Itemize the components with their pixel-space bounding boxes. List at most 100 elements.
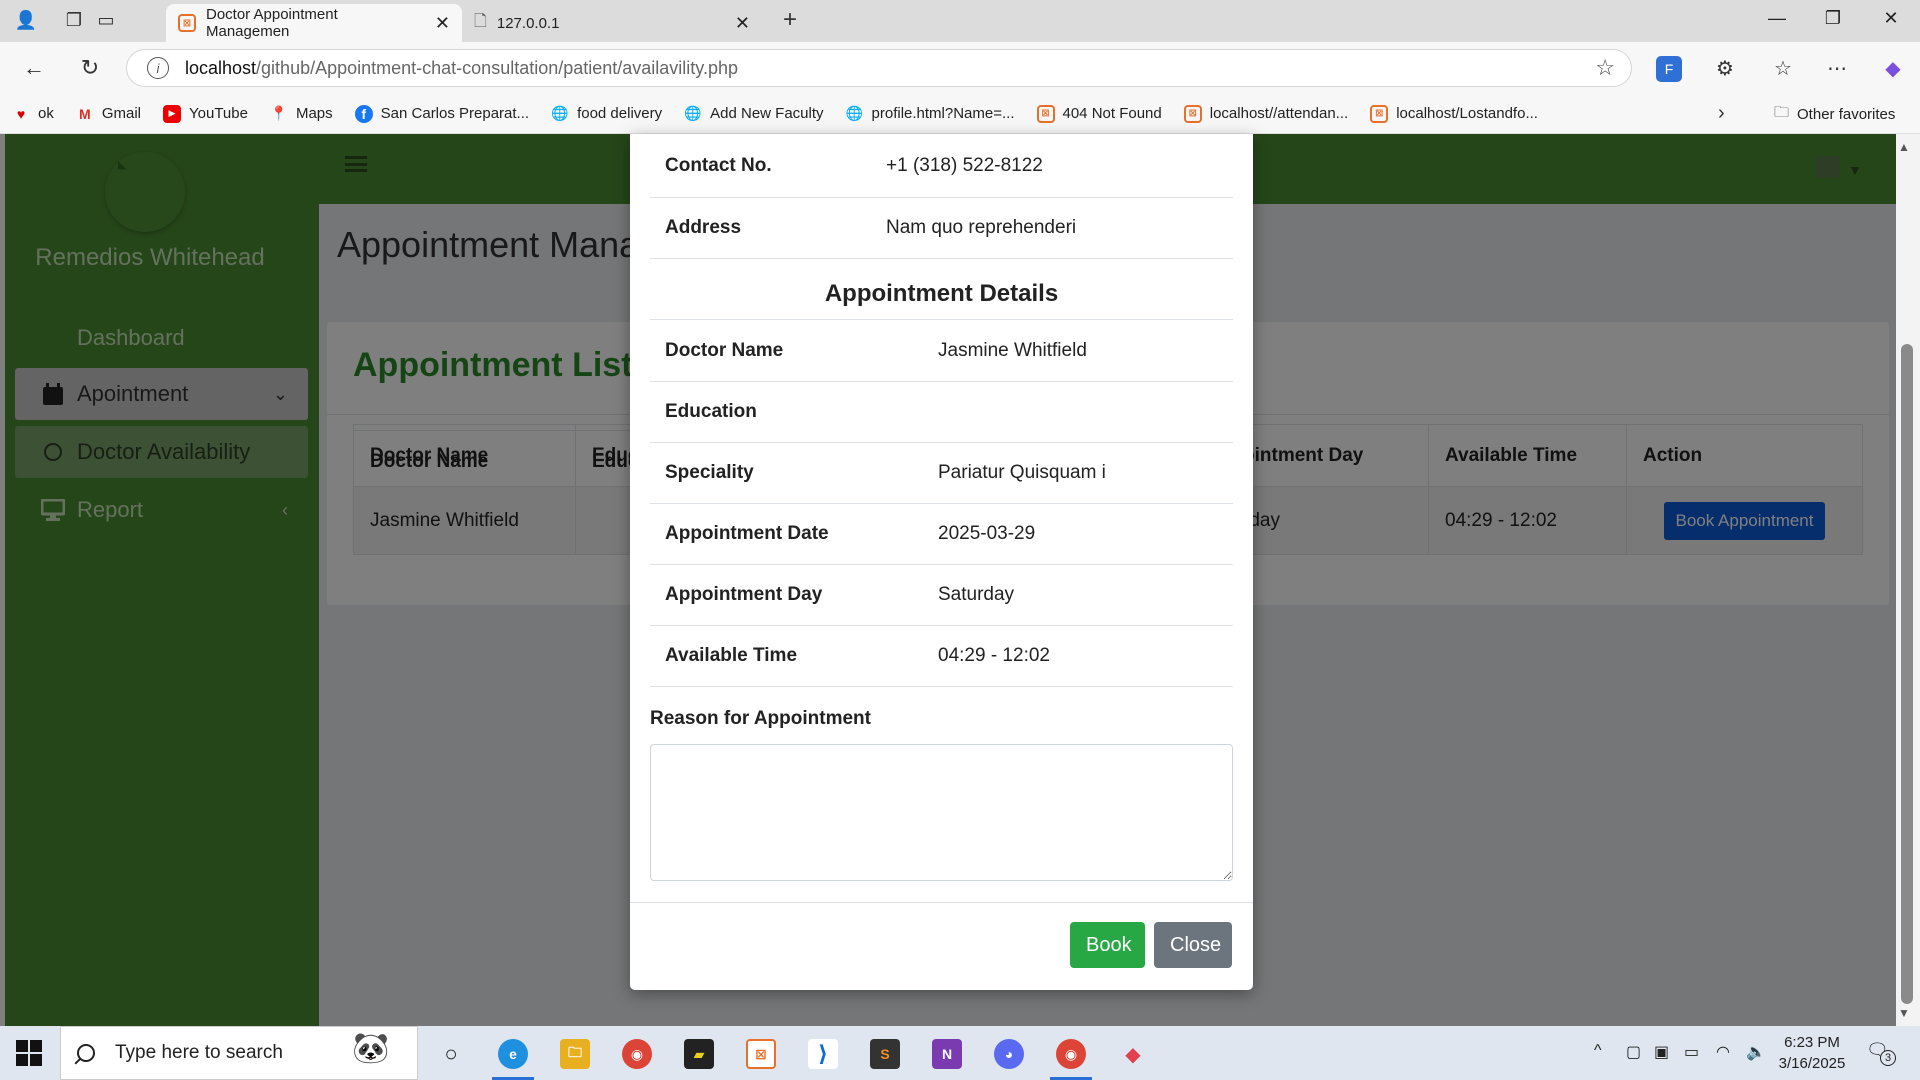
xampp-icon: ⊠ (1036, 104, 1055, 123)
tab-actions-icon[interactable]: ▭ (94, 8, 118, 32)
bookmark-ok[interactable]: ♥ ok (12, 105, 54, 123)
notification-center-icon[interactable]: 🗨 3 (1866, 1040, 1896, 1066)
row-label: Appointment Date (665, 523, 829, 544)
xampp-icon: ⊠ (1370, 104, 1389, 123)
search-highlight-image: 🐼 (352, 1032, 390, 1065)
other-favorites[interactable]: 🗀 Other favorites (1774, 102, 1895, 127)
maps-icon: 📍 (270, 105, 288, 121)
gmail-icon: M (79, 105, 91, 122)
xampp-icon: ⊠ (1183, 104, 1202, 123)
bookmark-gmail[interactable]: M Gmail (76, 105, 141, 123)
close-tab-icon[interactable]: ✕ (735, 13, 750, 34)
row-value: Jasmine Whitfield (938, 340, 1087, 361)
search-placeholder: Type here to search (115, 1042, 283, 1063)
battery-icon[interactable]: ▭ (1684, 1042, 1699, 1062)
reload-icon[interactable]: ↻ (74, 52, 106, 84)
close-button[interactable]: Close (1154, 922, 1232, 968)
scrollbar-thumb[interactable] (1901, 344, 1913, 1004)
xampp-icon[interactable]: ⊠ (746, 1039, 776, 1069)
scroll-down-icon[interactable]: ▼ (1898, 1006, 1910, 1020)
bookmark-profile[interactable]: 🌐 profile.html?Name=... (846, 105, 1015, 123)
taskbar-clock[interactable]: 6:23 PM 3/16/2025 (1774, 1032, 1850, 1074)
profile-icon[interactable]: 👤 (14, 8, 38, 32)
url-path: /github/Appointment-chat-consultation/pa… (256, 57, 739, 78)
windows-start-icon[interactable] (16, 1040, 42, 1066)
bookmark-san-carlos[interactable]: f San Carlos Preparat... (354, 104, 529, 123)
bookmark-youtube[interactable]: ▶ YouTube (163, 104, 248, 123)
chevron-up-icon[interactable]: ^ (1594, 1042, 1602, 1060)
youtube-icon: ▶ (163, 104, 182, 123)
url-field[interactable]: i localhost/github/Appointment-chat-cons… (126, 49, 1632, 87)
bookmark-maps[interactable]: 📍 Maps (270, 105, 332, 123)
row-label: Contact No. (665, 154, 772, 176)
url-host: localhost (185, 57, 257, 78)
close-window-icon[interactable]: ✕ (1876, 8, 1906, 29)
translator-extension-icon[interactable]: F (1656, 56, 1682, 82)
modal-row-speciality: Speciality Pariatur Quisquam i (650, 443, 1233, 504)
book-button[interactable]: Book (1070, 922, 1145, 968)
favorites-icon[interactable]: ☆ (1770, 56, 1796, 82)
more-menu-icon[interactable]: ⋯ (1824, 56, 1850, 82)
sublime-text-icon[interactable]: S (870, 1039, 900, 1069)
bookmark-food-delivery[interactable]: 🌐 food delivery (551, 105, 662, 123)
meet-now-icon[interactable]: ▣ (1654, 1042, 1669, 1062)
discord-icon[interactable]: ◕ (994, 1039, 1024, 1069)
globe-icon: 🌐 (551, 105, 569, 121)
chrome-icon[interactable]: ◉ (622, 1039, 652, 1069)
bookmark-add-new-faculty[interactable]: 🌐 Add New Faculty (684, 105, 823, 123)
back-icon[interactable]: ← (18, 52, 50, 84)
row-value: 04:29 - 12:02 (938, 645, 1050, 666)
modal-row-education: Education (650, 382, 1233, 443)
close-tab-icon[interactable]: ✕ (435, 13, 450, 34)
favorite-star-icon[interactable]: ☆ (1595, 55, 1615, 81)
edge-icon[interactable]: e (492, 1039, 534, 1080)
extensions-icon[interactable]: ⚙ (1712, 56, 1738, 82)
row-value: Pariatur Quisquam i (938, 462, 1106, 483)
folder-icon: 🗀 (1774, 104, 1790, 121)
site-info-icon[interactable]: i (147, 57, 169, 79)
globe-icon: 🌐 (845, 105, 864, 121)
globe-icon: 🌐 (684, 105, 702, 121)
search-icon (77, 1044, 95, 1062)
bookmark-404[interactable]: ⊠ 404 Not Found (1036, 104, 1162, 123)
row-label: Available Time (665, 645, 798, 666)
appointment-details-heading: Appointment Details (650, 280, 1233, 320)
volume-muted-icon[interactable]: 🔈 (1746, 1042, 1766, 1062)
device-icon[interactable]: ▢ (1626, 1042, 1641, 1062)
sticky-notes-icon[interactable]: ▰ (684, 1039, 714, 1069)
row-label: Address (665, 217, 742, 238)
scroll-up-icon[interactable]: ▲ (1898, 140, 1910, 154)
tab-localhost[interactable]: 🗋 127.0.0.1 ✕ (462, 4, 762, 42)
tab-title: Doctor Appointment Managemen (206, 6, 338, 40)
new-tab-icon[interactable]: + (778, 8, 802, 32)
onenote-icon[interactable]: N (932, 1039, 962, 1069)
page-icon: 🗋 (474, 12, 487, 30)
git-client-icon[interactable]: ◆ (1118, 1039, 1148, 1069)
tab-doctor-appointment[interactable]: ⊠ Doctor Appointment Managemen ✕ (166, 4, 462, 42)
appointment-modal: Contact No. +1 (318) 522-8122 Address Na… (630, 134, 1253, 990)
address-bar-row: ← ↻ i localhost/github/Appointment-chat-… (0, 42, 1920, 94)
row-label: Education (665, 401, 757, 422)
minimize-icon[interactable]: — (1762, 8, 1792, 29)
chevron-right-icon[interactable]: › (1718, 102, 1725, 125)
reason-textarea[interactable] (650, 744, 1233, 881)
modal-row-address: Address Nam quo reprehenderi (650, 198, 1233, 259)
browser-tab-bar: 👤 ❐ ▭ ⊠ Doctor Appointment Managemen ✕ 🗋… (0, 0, 1920, 42)
facebook-icon: f (354, 104, 373, 123)
bookmark-attendance[interactable]: ⊠ localhost//attendan... (1183, 104, 1348, 123)
wifi-icon[interactable]: ◠ (1716, 1042, 1730, 1062)
row-value: 2025-03-29 (938, 523, 1036, 544)
restore-icon[interactable]: ❐ (1818, 8, 1848, 29)
cortana-icon[interactable]: ○ (436, 1039, 466, 1069)
chrome-profile-icon[interactable]: ◉ (1050, 1039, 1092, 1080)
copilot-icon[interactable]: ◆ (1880, 56, 1906, 82)
row-value: Nam quo reprehenderi (886, 217, 1077, 238)
file-explorer-icon[interactable]: 🗀 (560, 1039, 590, 1069)
workspaces-icon[interactable]: ❐ (62, 8, 86, 32)
modal-row-doctor-name: Doctor Name Jasmine Whitfield (650, 321, 1233, 382)
taskbar-search[interactable]: Type here to search 🐼 (60, 1026, 418, 1080)
modal-footer-divider (630, 902, 1253, 903)
bookmark-lostandfound[interactable]: ⊠ localhost/Lostandfo... (1370, 104, 1538, 123)
modal-row-appointment-date: Appointment Date 2025-03-29 (650, 504, 1233, 565)
vscode-icon[interactable]: ⟩ (808, 1039, 838, 1069)
